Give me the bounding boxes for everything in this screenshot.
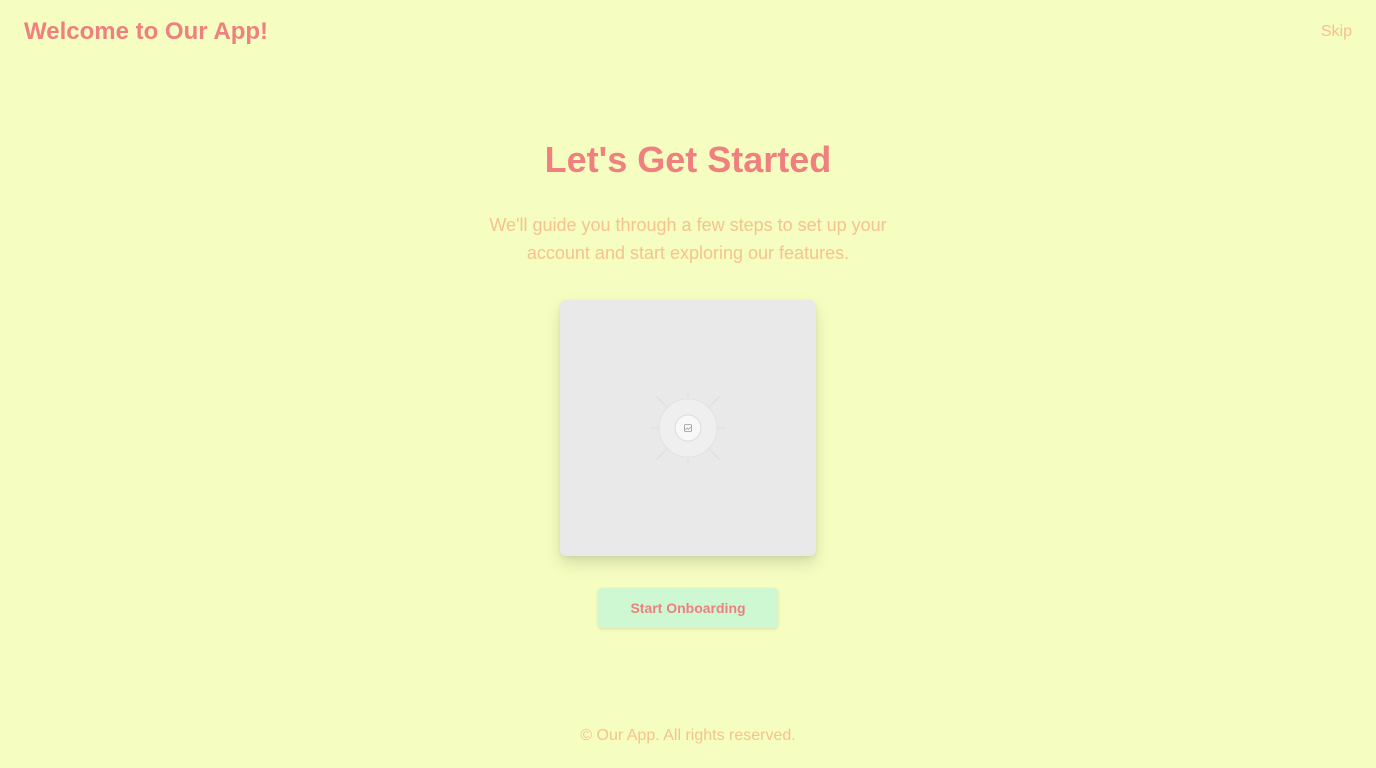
page-subtitle: We'll guide you through a few steps to s… — [489, 215, 887, 263]
app-title: Welcome to Our App! — [24, 18, 269, 45]
footer-copyright: © Our App. All rights reserved. — [580, 727, 796, 744]
start-onboarding-button[interactable]: Start Onboarding — [598, 588, 778, 628]
illustration-placeholder — [560, 300, 816, 556]
top-bar: Welcome to Our App! Skip — [0, 0, 1376, 64]
skip-link[interactable]: Skip — [1321, 22, 1352, 42]
page-headline: Let's Get Started — [544, 139, 832, 180]
onboarding-page: Welcome to Our App! Skip Let's Get Start… — [0, 0, 1376, 768]
image-placeholder-icon — [650, 390, 726, 466]
